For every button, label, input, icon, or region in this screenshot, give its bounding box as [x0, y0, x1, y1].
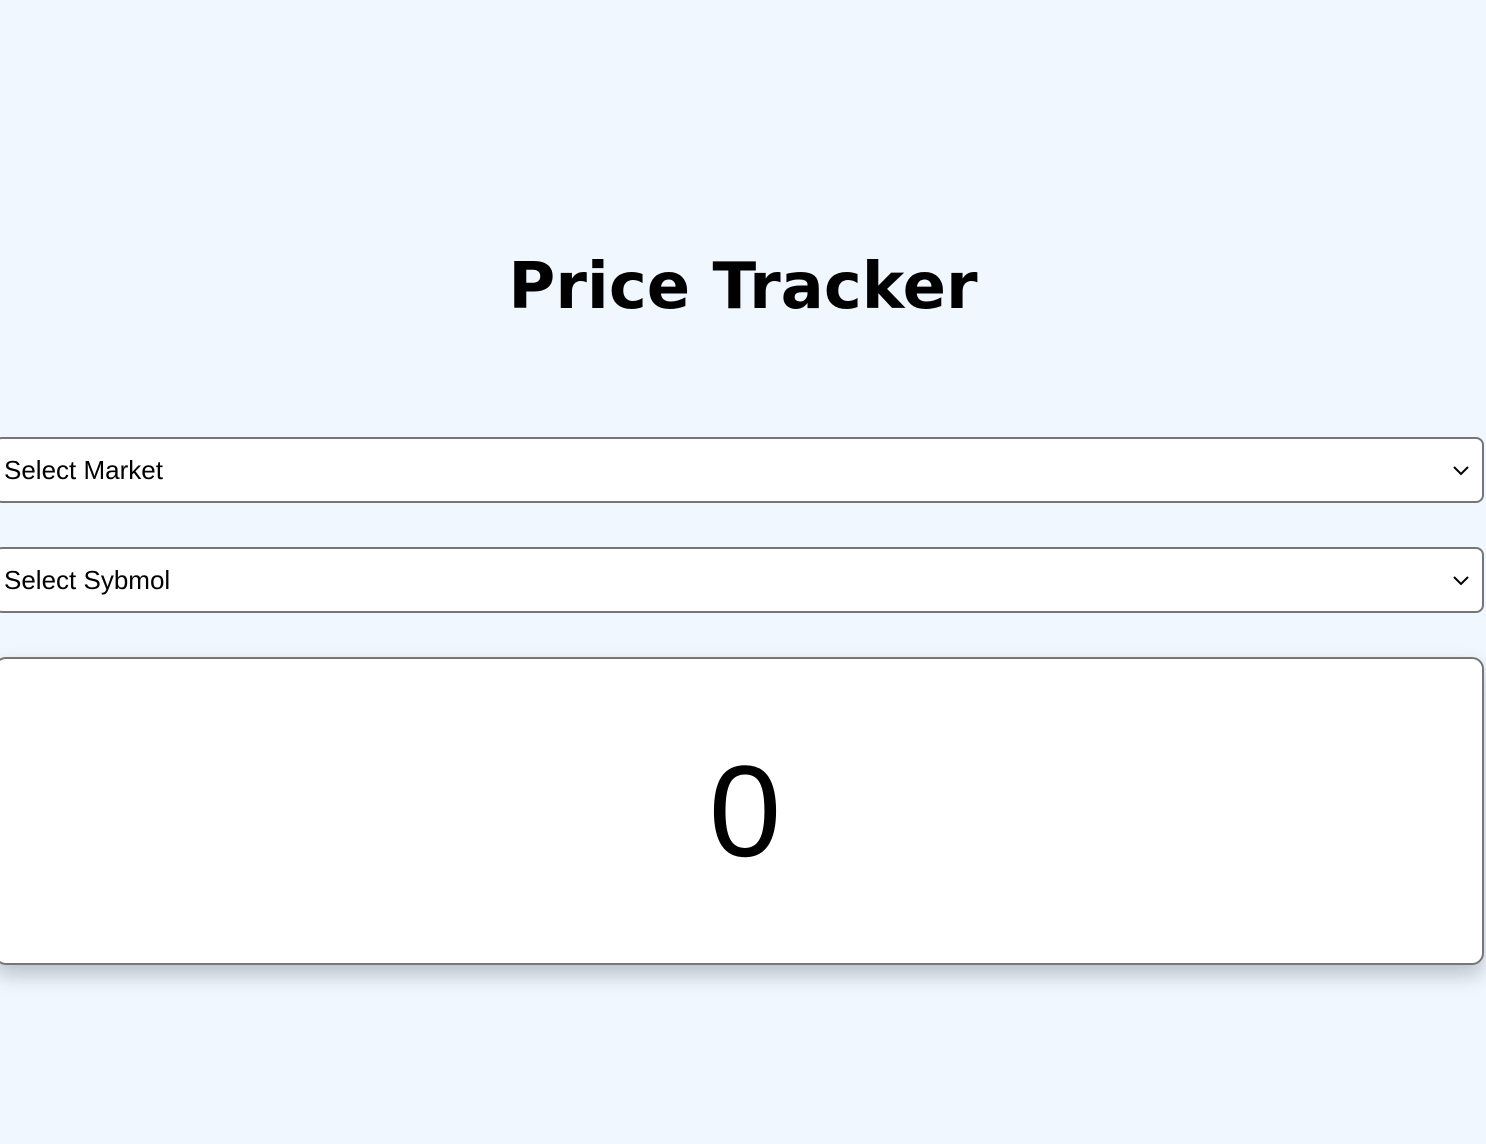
price-card: 0	[0, 657, 1484, 965]
symbol-select[interactable]: Select Sybmol	[0, 547, 1484, 613]
market-select-value: Select Market	[4, 454, 163, 485]
page-title: Price Tracker	[508, 250, 978, 324]
chevron-down-icon	[1453, 466, 1469, 476]
market-select[interactable]: Select Market	[0, 437, 1484, 503]
price-value: 0	[708, 738, 782, 884]
symbol-select-value: Select Sybmol	[4, 564, 171, 595]
chevron-down-icon	[1453, 576, 1469, 586]
